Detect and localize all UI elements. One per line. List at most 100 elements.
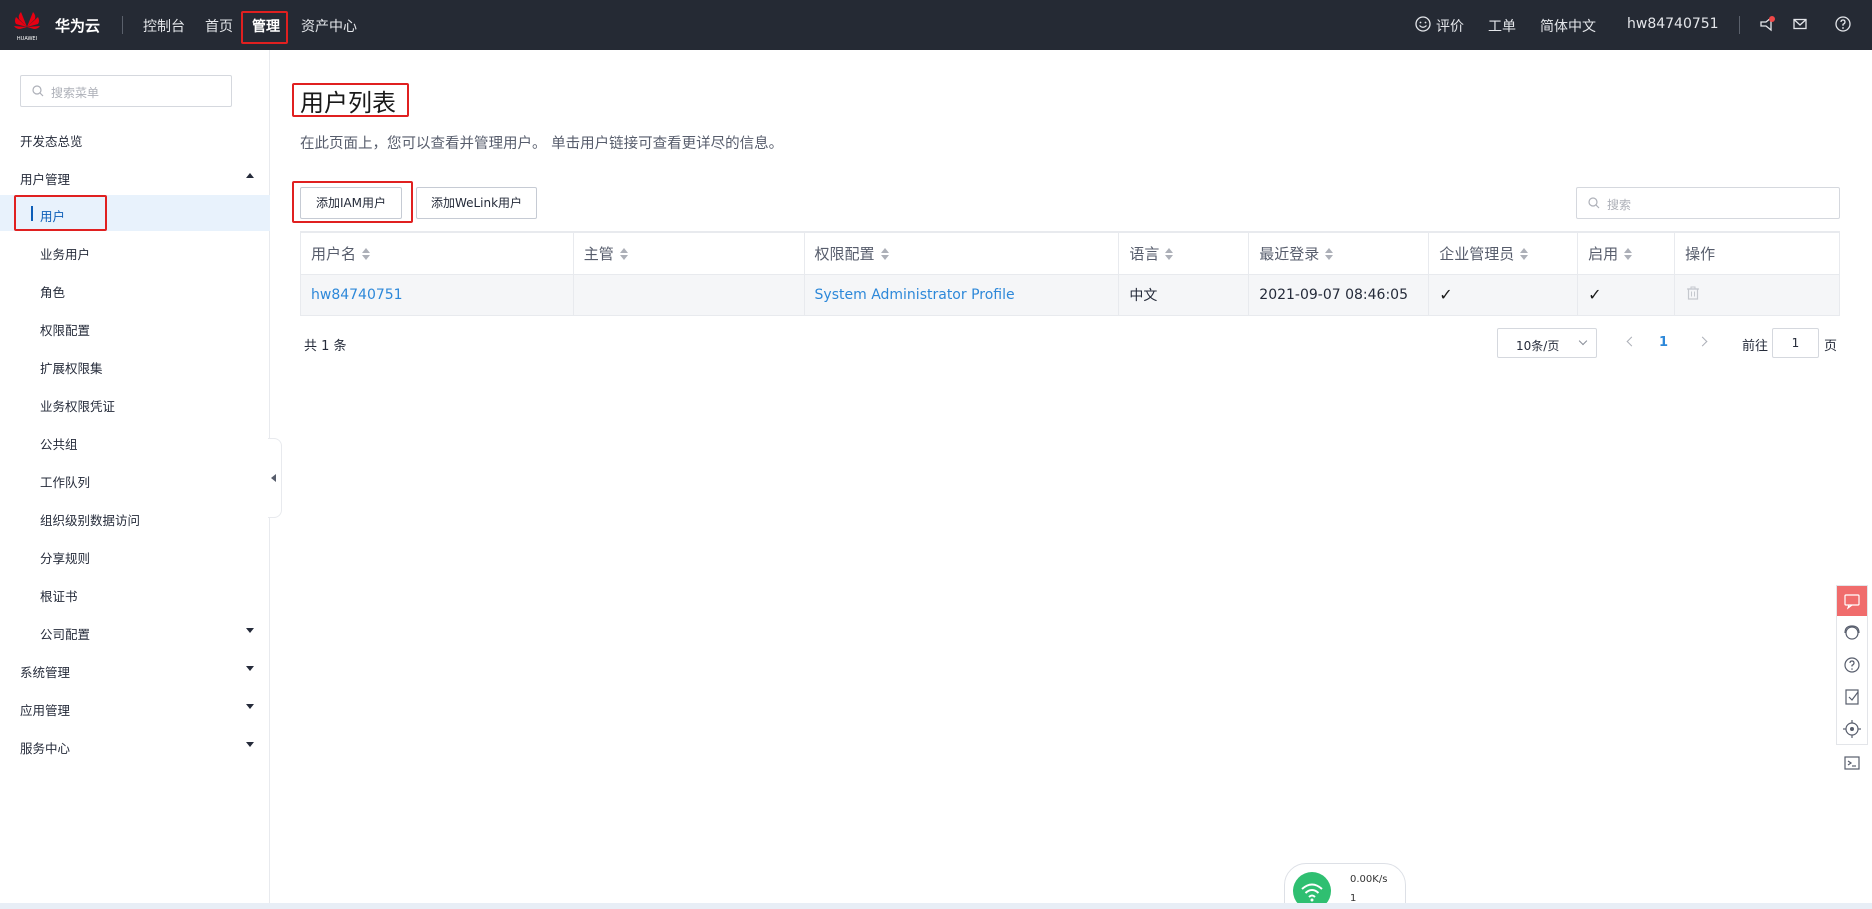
huawei-logo[interactable]: HUAWEI xyxy=(12,8,42,42)
sidebar-item-label: 用户管理 xyxy=(20,172,71,187)
search-icon xyxy=(1588,197,1600,209)
sidebar-item-company-config[interactable]: 公司配置 xyxy=(0,613,270,649)
headset-icon xyxy=(1844,625,1860,640)
feedback-link[interactable]: 评价 xyxy=(1436,16,1464,36)
sidebar-item-label: 系统管理 xyxy=(20,665,71,680)
nav-asset-center[interactable]: 资产中心 xyxy=(301,16,357,36)
page-number-current[interactable]: 1 xyxy=(1659,335,1668,350)
terminal-icon[interactable] xyxy=(1842,753,1862,773)
sidebar-item-roles[interactable]: 角色 xyxy=(0,271,270,307)
goto-page-input[interactable]: 1 xyxy=(1772,328,1819,358)
sidebar-group-app-management[interactable]: 应用管理 xyxy=(0,689,270,725)
language-selector[interactable]: 简体中文 xyxy=(1540,16,1596,36)
sidebar-group-user-management[interactable]: 用户管理 xyxy=(0,158,270,194)
sort-icon[interactable] xyxy=(880,248,889,261)
sidebar-item-root-certificate[interactable]: 根证书 xyxy=(0,575,270,611)
sort-icon[interactable] xyxy=(619,248,628,261)
collapse-arrow-icon xyxy=(246,173,254,178)
sidebar-item-label: 公司配置 xyxy=(40,627,91,642)
sidebar-item-label: 分享规则 xyxy=(40,551,91,566)
highlight-box-title xyxy=(292,83,409,117)
brand-name[interactable]: 华为云 xyxy=(55,15,100,36)
user-table: 用户名 主管 权限配置 语言 最近登录 企业管理员 启用 操作 hw847407… xyxy=(300,231,1840,316)
column-header-enabled[interactable]: 启用 xyxy=(1577,231,1676,275)
column-header-profile[interactable]: 权限配置 xyxy=(803,231,1120,275)
sidebar-item-business-credentials[interactable]: 业务权限凭证 xyxy=(0,385,270,421)
cell-enabled: ✓ xyxy=(1577,273,1676,316)
mail-icon[interactable] xyxy=(1791,15,1809,33)
check-icon: ✓ xyxy=(1439,285,1453,304)
sidebar-item-label: 开发态总览 xyxy=(20,134,83,149)
sidebar: 搜索菜单 开发态总览 用户管理 用户 业务用户 角色 权限配置 扩展权限集 业务… xyxy=(0,50,270,909)
prev-page-icon[interactable] xyxy=(1626,336,1637,347)
sidebar-item-business-users[interactable]: 业务用户 xyxy=(0,233,270,269)
sidebar-item-label: 服务中心 xyxy=(20,741,71,756)
table-row: hw84740751 System Administrator Profile … xyxy=(300,273,1840,316)
column-label: 最近登录 xyxy=(1259,244,1320,263)
sort-icon[interactable] xyxy=(362,248,371,261)
expand-arrow-icon xyxy=(246,742,254,747)
sidebar-item-label: 业务用户 xyxy=(40,247,91,262)
sort-icon[interactable] xyxy=(1520,248,1529,261)
chat-icon xyxy=(1844,594,1860,610)
user-account[interactable]: hw84740751 xyxy=(1627,16,1719,32)
user-search-input[interactable]: 搜索 xyxy=(1576,187,1840,219)
bottom-edge xyxy=(0,903,1872,909)
next-page-icon[interactable] xyxy=(1697,336,1708,347)
column-header-actions: 操作 xyxy=(1674,231,1840,275)
chat-button[interactable] xyxy=(1837,586,1867,616)
notes-button[interactable] xyxy=(1837,682,1867,712)
column-header-username[interactable]: 用户名 xyxy=(300,231,574,275)
column-header-manager[interactable]: 主管 xyxy=(572,231,805,275)
target-icon xyxy=(1843,720,1861,738)
sidebar-item-label: 扩展权限集 xyxy=(40,361,103,376)
column-label: 企业管理员 xyxy=(1439,244,1515,263)
help-icon[interactable] xyxy=(1834,15,1852,33)
notification-icon[interactable] xyxy=(1758,15,1776,33)
column-header-language[interactable]: 语言 xyxy=(1118,231,1250,275)
total-count: 共 1 条 xyxy=(304,339,347,354)
sidebar-item-label: 业务权限凭证 xyxy=(40,399,116,414)
sidebar-item-extended-permission-set[interactable]: 扩展权限集 xyxy=(0,347,270,383)
profile-link[interactable]: System Administrator Profile xyxy=(815,287,1015,303)
sidebar-item-label: 应用管理 xyxy=(20,703,71,718)
sidebar-group-system-management[interactable]: 系统管理 xyxy=(0,651,270,687)
help-button[interactable] xyxy=(1837,650,1867,680)
smile-icon[interactable] xyxy=(1414,15,1432,33)
sidebar-item-label: 组织级别数据访问 xyxy=(40,513,141,528)
locate-button[interactable] xyxy=(1837,714,1867,744)
sidebar-item-label: 根证书 xyxy=(40,589,78,604)
sidebar-item-public-groups[interactable]: 公共组 xyxy=(0,423,270,459)
table-header-row: 用户名 主管 权限配置 语言 最近登录 企业管理员 启用 操作 xyxy=(300,231,1840,275)
delete-icon[interactable] xyxy=(1685,285,1701,301)
sort-icon[interactable] xyxy=(1165,248,1174,261)
cell-manager xyxy=(572,273,805,316)
sidebar-item-dev-overview[interactable]: 开发态总览 xyxy=(0,120,270,156)
highlight-box-users xyxy=(14,195,107,231)
menu-search-input[interactable]: 搜索菜单 xyxy=(20,75,232,107)
sort-icon[interactable] xyxy=(1325,248,1334,261)
username-link[interactable]: hw84740751 xyxy=(311,287,403,303)
column-header-enterprise-admin[interactable]: 企业管理员 xyxy=(1428,231,1579,275)
page-suffix-label: 页 xyxy=(1824,339,1838,354)
page-size-select[interactable]: 10条/页 xyxy=(1497,328,1597,358)
check-icon: ✓ xyxy=(1588,285,1602,304)
column-header-last-login[interactable]: 最近登录 xyxy=(1248,231,1430,275)
sidebar-collapse-toggle[interactable] xyxy=(268,438,282,518)
service-button[interactable] xyxy=(1837,618,1867,648)
nav-divider xyxy=(122,16,123,34)
sidebar-item-permission-profile[interactable]: 权限配置 xyxy=(0,309,270,345)
sidebar-item-sharing-rules[interactable]: 分享规则 xyxy=(0,537,270,573)
sort-icon[interactable] xyxy=(1624,248,1633,261)
sidebar-item-work-queues[interactable]: 工作队列 xyxy=(0,461,270,497)
add-welink-user-button[interactable]: 添加WeLink用户 xyxy=(416,187,537,219)
search-icon xyxy=(32,85,44,97)
ticket-link[interactable]: 工单 xyxy=(1488,16,1516,36)
sidebar-item-org-data-access[interactable]: 组织级别数据访问 xyxy=(0,499,270,535)
highlight-box-add-iam xyxy=(292,181,413,223)
nav-home[interactable]: 首页 xyxy=(205,16,233,36)
sidebar-group-service-center[interactable]: 服务中心 xyxy=(0,727,270,763)
sidebar-item-label: 角色 xyxy=(40,285,66,300)
nav-console[interactable]: 控制台 xyxy=(143,16,185,36)
column-label: 操作 xyxy=(1685,244,1716,263)
